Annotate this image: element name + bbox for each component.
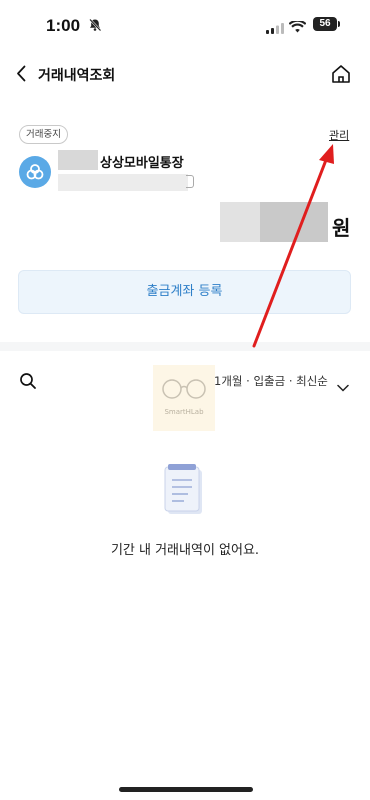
status-time: 1:00 [46,16,81,35]
back-arrow-icon[interactable] [16,65,26,86]
manage-link[interactable]: 관리 [329,127,349,143]
search-icon[interactable] [19,372,37,394]
watermark-logo: SmartHLab [153,365,215,431]
redacted-balance-dark [260,202,328,242]
copy-icon[interactable] [186,175,194,188]
watermark-text: SmartHLab [164,408,204,416]
empty-state-message: 기간 내 거래내역이 없어요. [110,543,260,558]
filter-label[interactable]: 1개월 · 입출금 · 최신순 [214,373,328,389]
bank-logo-icon [19,156,51,188]
currency-unit: 원 [332,216,351,240]
status-badge: 거래중지 [19,125,68,144]
redacted-account-number [58,174,188,191]
empty-document-icon [162,462,208,522]
section-divider [0,342,370,351]
status-bar: 1:00 56 [0,0,370,48]
chevron-down-icon[interactable] [337,377,349,396]
register-withdrawal-account-button[interactable]: 출금계좌 등록 [18,270,351,314]
cellular-signal-icon [266,19,284,38]
nav-header: 거래내역조회 [0,56,370,92]
home-indicator [119,787,253,792]
home-icon[interactable] [330,63,352,89]
battery-indicator: 56 [313,17,340,31]
account-name: 상상모바일통장 [100,156,184,171]
redacted-account-prefix [58,150,98,170]
wifi-icon [288,18,307,37]
page-title: 거래내역조회 [38,68,116,84]
silent-bell-icon [88,17,102,36]
